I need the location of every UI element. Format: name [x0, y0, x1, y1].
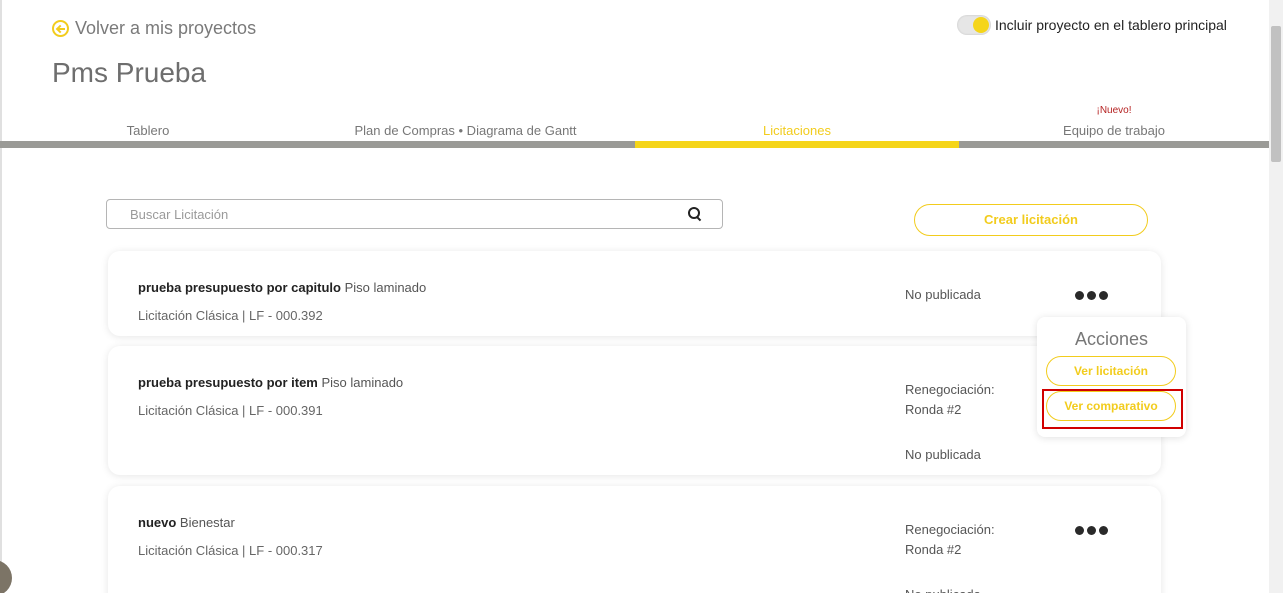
licitacion-title: nuevo Bienestar — [138, 515, 235, 530]
status-line: Renegociación: — [905, 522, 995, 537]
main-board-toggle-group: Incluir proyecto en el tablero principal — [957, 15, 1227, 35]
tab-label: Equipo de trabajo — [1063, 123, 1165, 138]
tab-plan-de-compras[interactable]: Plan de Compras • Diagrama de Gantt — [296, 104, 635, 150]
project-tabs: Tablero Plan de Compras • Diagrama de Ga… — [0, 104, 1269, 150]
licitacion-card[interactable]: nuevo Bienestar Licitación Clásica | LF … — [108, 486, 1161, 593]
tab-underline — [296, 141, 635, 148]
highlight-outline — [1042, 389, 1183, 429]
include-in-main-board-toggle[interactable] — [957, 15, 991, 35]
status-line: No publicada — [905, 287, 981, 302]
back-to-projects-link[interactable]: Volver a mis proyectos — [52, 18, 256, 39]
dot-icon — [1075, 526, 1084, 535]
tab-underline-active — [635, 141, 959, 148]
arrow-left-circle-icon — [52, 20, 69, 37]
new-badge: ¡Nuevo! — [1096, 105, 1132, 116]
toggle-label: Incluir proyecto en el tablero principal — [995, 17, 1227, 33]
floating-help-button[interactable] — [0, 560, 12, 593]
status-line: Ronda #2 — [905, 402, 962, 417]
toggle-knob — [973, 17, 989, 33]
licitacion-publication-status: No publicada — [905, 585, 981, 593]
licitacion-category: Piso laminado — [321, 375, 404, 390]
status-line: Ronda #2 — [905, 542, 962, 557]
tab-licitaciones[interactable]: Licitaciones — [635, 104, 959, 150]
tab-tablero[interactable]: Tablero — [0, 104, 296, 150]
dot-icon — [1099, 291, 1108, 300]
more-actions-button[interactable] — [1075, 522, 1108, 539]
licitacion-card[interactable]: prueba presupuesto por item Piso laminad… — [108, 346, 1161, 475]
dot-icon — [1099, 526, 1108, 535]
tab-underline — [0, 141, 296, 148]
licitacion-card[interactable]: prueba presupuesto por capitulo Piso lam… — [108, 251, 1161, 336]
dot-icon — [1087, 526, 1096, 535]
status-line: Renegociación: — [905, 382, 995, 397]
tab-label: Licitaciones — [763, 123, 831, 138]
tab-label: Plan de Compras • Diagrama de Gantt — [354, 123, 577, 138]
licitacion-category: Piso laminado — [344, 280, 427, 295]
scrollbar-thumb[interactable] — [1271, 26, 1281, 162]
licitacion-category: Bienestar — [179, 515, 235, 530]
licitacion-name: prueba presupuesto por item — [138, 375, 318, 390]
dot-icon — [1075, 291, 1084, 300]
licitacion-type-code: Licitación Clásica | LF - 000.392 — [138, 308, 323, 323]
tab-equipo-de-trabajo[interactable]: ¡Nuevo! Equipo de trabajo — [959, 104, 1269, 150]
search-box — [106, 199, 723, 229]
create-licitacion-button[interactable]: Crear licitación — [914, 204, 1148, 236]
licitacion-title: prueba presupuesto por capitulo Piso lam… — [138, 280, 426, 295]
search-icon[interactable] — [688, 207, 702, 221]
licitacion-type-code: Licitación Clásica | LF - 000.391 — [138, 403, 323, 418]
more-actions-button[interactable] — [1075, 287, 1108, 304]
back-link-label: Volver a mis proyectos — [75, 18, 257, 38]
dot-icon — [1087, 291, 1096, 300]
licitacion-name: prueba presupuesto por capitulo — [138, 280, 341, 295]
page-title: Pms Prueba — [52, 57, 207, 88]
licitacion-title: prueba presupuesto por item Piso laminad… — [138, 375, 403, 390]
tab-underline — [959, 141, 1269, 148]
actions-menu-title: Acciones — [1074, 329, 1149, 349]
licitacion-name: nuevo — [138, 515, 177, 530]
view-licitacion-button[interactable]: Ver licitación — [1046, 356, 1176, 386]
licitacion-status: No publicada — [905, 285, 981, 305]
licitacion-status: Renegociación: Ronda #2 — [905, 520, 995, 560]
licitacion-publication-status: No publicada — [905, 447, 981, 462]
left-edge — [0, 0, 2, 593]
tab-label: Tablero — [126, 123, 170, 138]
licitacion-type-code: Licitación Clásica | LF - 000.317 — [138, 543, 323, 558]
search-input[interactable] — [107, 200, 688, 228]
licitacion-status: Renegociación: Ronda #2 — [905, 380, 995, 420]
vertical-scrollbar[interactable] — [1269, 0, 1283, 593]
